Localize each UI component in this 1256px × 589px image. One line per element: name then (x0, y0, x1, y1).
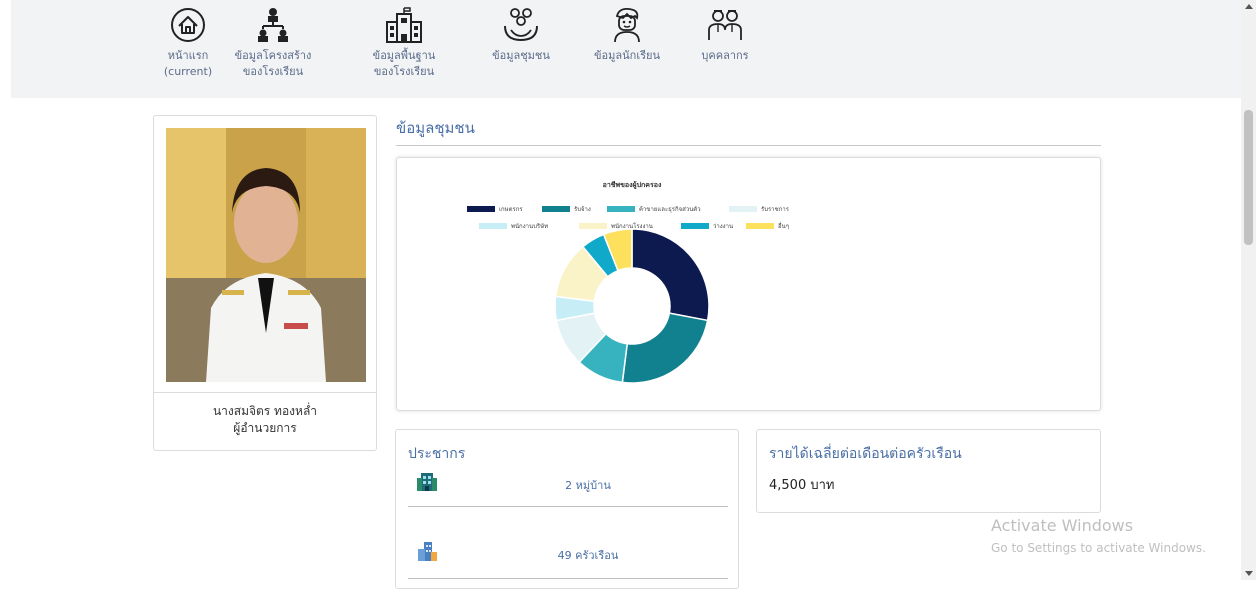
scroll-up-arrow-icon[interactable] (1245, 4, 1253, 9)
legend-label: เกษตรกร (499, 206, 523, 213)
legend-label: พนักงานบริษัท (511, 223, 548, 230)
legend-item: เกษตรกร (467, 206, 523, 213)
scroll-down-arrow-icon[interactable] (1245, 571, 1253, 576)
nav-community[interactable]: ข้อมูลชุมชน (485, 6, 557, 64)
home-icon (171, 8, 205, 42)
legend-label: ค้าขายและธุรกิจส่วนตัว (639, 206, 701, 213)
personnel-icon (708, 10, 742, 40)
nav-community-label: ข้อมูลชุมชน (492, 49, 550, 62)
legend-item: พนักงานโรงงาน (579, 222, 653, 230)
activate-windows-title: Activate Windows (991, 516, 1134, 535)
nav-structure[interactable]: ข้อมูลโครงสร้าง ของโรงเรียน (228, 6, 318, 80)
nav-students-label: ข้อมูลนักเรียน (594, 49, 660, 62)
legend-swatch (607, 206, 635, 212)
student-icon (614, 7, 640, 43)
nav-structure-label: ข้อมูลโครงสร้าง (234, 49, 312, 62)
activate-windows-subtitle: Go to Settings to activate Windows. (991, 541, 1206, 555)
top-navbar: หน้าแรก (current) ข้อมูลโครงสร้าง ของโรง… (11, 0, 1241, 98)
population-row-villages: 2 หมู่บ้าน (408, 468, 728, 508)
legend-swatch (579, 223, 607, 229)
population-card: ประชากร 2 หมู่บ้าน 49 ครัวเรือน (395, 429, 739, 589)
director-photo (166, 128, 366, 382)
director-name: นางสมจิตร ทองหล่ำ (212, 404, 318, 418)
director-divider (154, 392, 376, 393)
nav-home[interactable]: หน้าแรก (current) (163, 6, 213, 80)
donut-slice[interactable] (621, 312, 709, 384)
income-heading: รายได้เฉลี่ยต่อเดือนต่อครัวเรือน (769, 446, 962, 462)
legend-label: ว่างงาน (713, 223, 733, 230)
legend-swatch (467, 206, 495, 212)
legend-swatch (542, 206, 570, 212)
legend-label: รับจ้าง (574, 206, 591, 213)
page-scrollbar[interactable] (1241, 0, 1256, 580)
nav-basic-info-label: ข้อมูลพื้นฐาน (372, 49, 436, 62)
legend-swatch (479, 223, 507, 229)
nav-basic-info[interactable]: ข้อมูลพื้นฐาน ของโรงเรียน (364, 6, 444, 80)
population-households-value: 49 ครัวเรือน (557, 549, 619, 562)
legend-swatch (681, 223, 709, 229)
page-title: ข้อมูลชุมชน (396, 119, 475, 137)
occupation-donut-chart: อาชีพของผู้ปกครองเกษตรกร รับจ้าง ค้าขายและ… (467, 180, 790, 384)
legend-item: รับจ้าง (542, 206, 591, 213)
building-icon (417, 473, 437, 491)
occupation-chart-card: อาชีพของผู้ปกครองเกษตรกร รับจ้าง ค้าขายและ… (396, 157, 1101, 411)
director-position: ผู้อำนวยการ (233, 421, 297, 435)
legend-label: อื่นๆ (778, 222, 789, 230)
title-divider (396, 145, 1101, 146)
legend-item: ค้าขายและธุรกิจส่วนตัว (607, 206, 701, 213)
legend-item: อื่นๆ (746, 222, 789, 230)
nav-structure-label2: ของโรงเรียน (242, 65, 304, 78)
nav-home-label: หน้าแรก (167, 49, 209, 62)
director-caption: นางสมจิตร ทองหล่ำ ผู้อำนวยการ (154, 403, 376, 437)
school-building-icon (386, 7, 422, 43)
legend-item: รับราชการ (729, 206, 790, 213)
population-divider (408, 506, 728, 507)
community-icon (504, 8, 538, 42)
donut-slice[interactable] (631, 228, 710, 322)
population-heading: ประชากร (408, 446, 466, 462)
population-row-households: 49 ครัวเรือน (408, 538, 728, 578)
nav-basic-info-label2: ของโรงเรียน (373, 65, 435, 78)
income-card: รายได้เฉลี่ยต่อเดือนต่อครัวเรือน 4,500 บ… (756, 429, 1101, 513)
nav-students[interactable]: ข้อมูลนักเรียน (587, 6, 667, 64)
legend-swatch (746, 223, 774, 229)
nav-personnel[interactable]: บุคคลากร (693, 6, 757, 64)
nav-personnel-label: บุคคลากร (701, 49, 749, 62)
chart-title: อาชีพของผู้ปกครอง (603, 180, 662, 190)
nav-home-current: (current) (163, 65, 213, 78)
income-value: 4,500 บาท (769, 478, 835, 493)
legend-item: ว่างงาน (681, 223, 733, 230)
population-divider-2 (408, 578, 728, 579)
director-card: นางสมจิตร ทองหล่ำ ผู้อำนวยการ (153, 115, 377, 451)
population-villages-value: 2 หมู่บ้าน (565, 479, 611, 492)
org-chart-icon (258, 8, 288, 42)
legend-item: พนักงานบริษัท (479, 223, 548, 230)
scroll-thumb[interactable] (1244, 110, 1253, 245)
legend-label: รับราชการ (761, 206, 790, 213)
legend-swatch (729, 206, 757, 212)
apartments-icon (418, 542, 437, 561)
